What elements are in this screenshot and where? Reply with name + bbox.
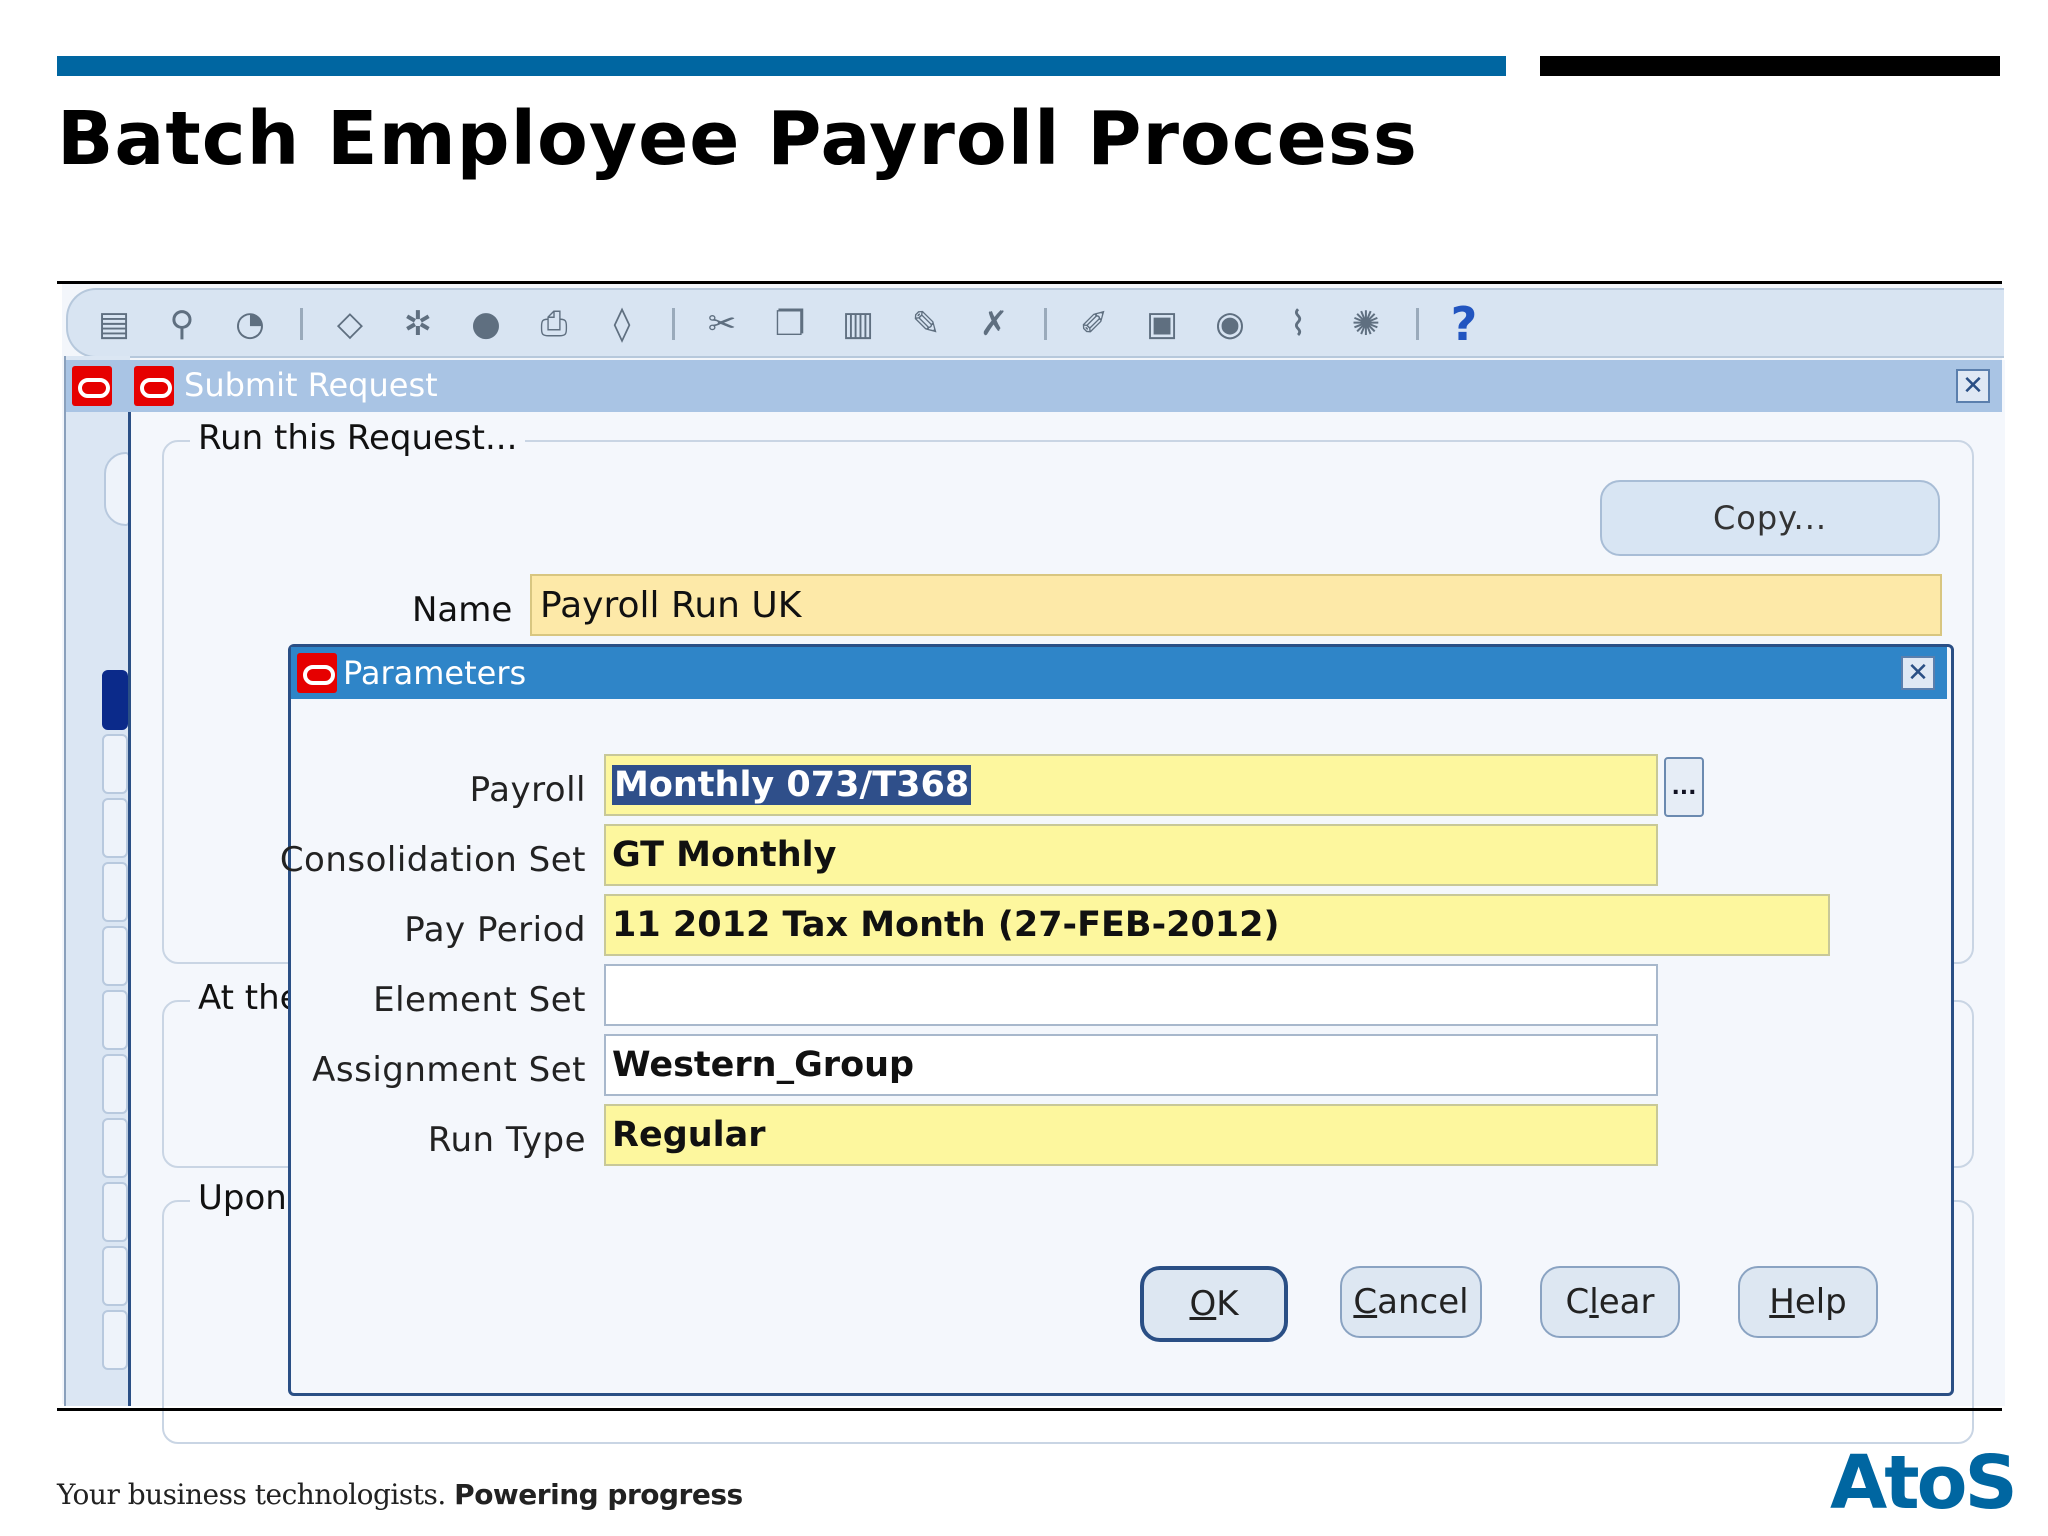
new-icon[interactable]: ✎: [906, 304, 946, 344]
rail-tab[interactable]: [102, 1182, 128, 1242]
new-record-icon[interactable]: ▤: [94, 304, 134, 344]
rail-tab[interactable]: [102, 862, 128, 922]
copy-icon[interactable]: ❐: [770, 304, 810, 344]
cancel-label: ancel: [1377, 1282, 1469, 1322]
rail-tab[interactable]: [102, 990, 128, 1050]
footer-tagline: Your business technologists. Powering pr…: [57, 1478, 743, 1511]
help-label: elp: [1794, 1282, 1847, 1322]
save-icon[interactable]: ◇: [330, 304, 370, 344]
ok-label: K: [1216, 1284, 1239, 1324]
translations-icon[interactable]: ◉: [1210, 304, 1250, 344]
consolidation-set-field[interactable]: GT Monthly: [604, 824, 1658, 886]
submit-request-title: Submit Request: [184, 366, 438, 404]
bottom-divider: [57, 1408, 2002, 1411]
clear-label: ear: [1598, 1282, 1655, 1322]
list-of-values-button[interactable]: ...: [1664, 757, 1704, 817]
footer-tagline-bold: Powering progress: [454, 1478, 743, 1511]
assignment-set-field[interactable]: Western_Group: [604, 1034, 1658, 1096]
edit-field-icon[interactable]: ✐: [1074, 304, 1114, 344]
payroll-label: Payroll: [469, 770, 586, 810]
find-icon[interactable]: ⚲: [162, 304, 202, 344]
toolbar-separator: [672, 308, 675, 340]
rail-tab[interactable]: [102, 1118, 128, 1178]
paste-icon[interactable]: ▥: [838, 304, 878, 344]
run-type-field[interactable]: Regular: [604, 1104, 1658, 1166]
run-type-label: Run Type: [427, 1120, 586, 1160]
clear-button[interactable]: Cl ear: [1540, 1266, 1680, 1338]
pay-period-label: Pay Period: [404, 910, 586, 950]
pay-period-field[interactable]: 11 2012 Tax Month (27-FEB-2012): [604, 894, 1830, 956]
toolbar-separator: [300, 308, 303, 340]
name-field[interactable]: Payroll Run UK: [530, 574, 1942, 636]
forms-toolbar: ▤ ⚲ ◔ ◇ ✲ ● ⎙ ◊ ✂ ❐ ▥ ✎ ✗ ✐ ▣ ◉ ⌇ ✺ ?: [66, 288, 2004, 358]
ok-mnemonic: O: [1189, 1284, 1217, 1324]
help-button[interactable]: Help: [1738, 1266, 1878, 1338]
cancel-mnemonic: C: [1353, 1282, 1378, 1322]
navigator-icon[interactable]: ◔: [230, 304, 270, 344]
oracle-logo-icon: [134, 366, 174, 406]
print-icon[interactable]: ⎙: [534, 304, 574, 344]
clear-mnemonic: l: [1589, 1282, 1599, 1322]
close-form-icon[interactable]: ◊: [602, 304, 642, 344]
element-set-field[interactable]: [604, 964, 1658, 1026]
payroll-field[interactable]: Monthly 073/T368: [604, 754, 1658, 816]
parameters-title: Parameters: [343, 654, 527, 692]
help-mnemonic: H: [1769, 1282, 1795, 1322]
header-black-bar: [1540, 56, 2000, 76]
oracle-logo-icon: [72, 366, 112, 406]
navigator-rail: [64, 356, 130, 1406]
assignment-set-label: Assignment Set: [312, 1050, 586, 1090]
toolbar-separator: [1044, 308, 1047, 340]
toolbar-separator: [1416, 308, 1419, 340]
footer-tagline-text: Your business technologists.: [57, 1478, 446, 1511]
help-icon[interactable]: ?: [1444, 297, 1484, 351]
rail-tab[interactable]: [102, 1054, 128, 1114]
clear-record-icon[interactable]: ✗: [974, 304, 1014, 344]
rail-tab[interactable]: [102, 1246, 128, 1306]
attachments-icon[interactable]: ⌇: [1278, 304, 1318, 344]
next-step-icon[interactable]: ✲: [398, 304, 438, 344]
oracle-logo-icon: [297, 653, 337, 693]
submit-request-titlebar: Submit Request ✕: [66, 360, 2002, 412]
folder-tools-icon[interactable]: ✺: [1346, 304, 1386, 344]
copy-button[interactable]: Copy...: [1600, 480, 1940, 556]
name-label: Name: [412, 590, 513, 630]
parameters-titlebar: Parameters ✕: [291, 647, 1947, 699]
rail-tab[interactable]: [102, 1310, 128, 1370]
cut-icon[interactable]: ✂: [702, 304, 742, 344]
switch-responsibility-icon[interactable]: ●: [466, 304, 506, 344]
ok-button[interactable]: OK: [1140, 1266, 1288, 1342]
rail-tab[interactable]: [102, 734, 128, 794]
rail-tab[interactable]: [104, 452, 130, 526]
header-blue-bar: [57, 56, 1506, 76]
rail-tab[interactable]: [102, 798, 128, 858]
clear-first: C: [1565, 1282, 1590, 1322]
upon-label: Upon: [190, 1178, 295, 1218]
rail-tab[interactable]: [102, 926, 128, 986]
atos-logo: AtoS: [1830, 1440, 2018, 1526]
cancel-button[interactable]: Cancel: [1340, 1266, 1482, 1338]
zoom-icon[interactable]: ▣: [1142, 304, 1182, 344]
run-request-group-label: Run this Request...: [190, 418, 526, 458]
consolidation-set-label: Consolidation Set: [279, 840, 586, 880]
payroll-value: Monthly 073/T368: [612, 765, 972, 805]
close-icon[interactable]: ✕: [1901, 656, 1935, 690]
slide-title: Batch Employee Payroll Process: [57, 96, 1418, 182]
rail-tab-active[interactable]: [102, 670, 128, 730]
close-icon[interactable]: ✕: [1956, 369, 1990, 403]
element-set-label: Element Set: [373, 980, 586, 1020]
